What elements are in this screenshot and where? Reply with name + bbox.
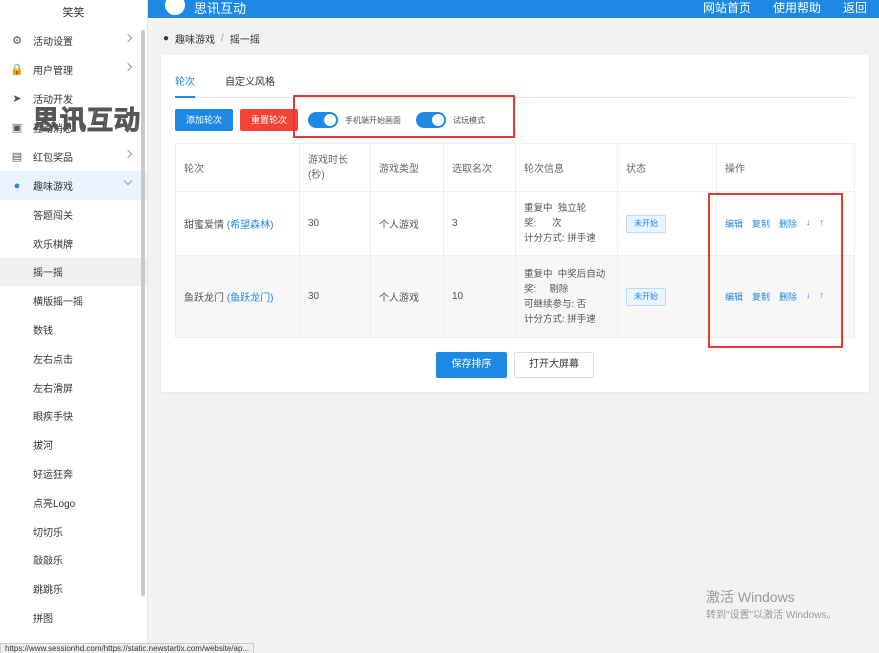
sidebar-sub-item[interactable]: 左右点击 [0,344,147,373]
column-header: 状态 [617,143,717,192]
round-info-cell: 重复中 中奖后自动 奖: 剔除 可继续参与: 否 计分方式: 拼手速 [515,255,618,338]
chevron-right-icon [123,33,133,43]
sidebar-sub-item[interactable]: 数钱 [0,315,147,344]
info-line: 奖: 剔除 [524,283,569,295]
breadcrumb-separator: / [221,33,224,44]
sidebar-item-label: 红包奖品 [33,153,73,164]
status-badge: 未开始 [626,287,666,306]
column-header: 游戏类型 [370,143,444,192]
sidebar-item-red-packets[interactable]: ▤ 红包奖品 [0,142,147,171]
column-header: 轮次信息 [515,143,618,192]
sidebar-item-activity-settings[interactable]: ⚙ 活动设置 [0,26,147,55]
game-icon: ● [163,33,170,44]
status-url-bar: https://www.sessionhd.com/https://static… [0,643,255,653]
round-name: 甜蜜爱情 [184,220,224,231]
watermark-logo: 思讯互动 [32,105,142,136]
info-line: 计分方式: 拼手速 [524,313,596,325]
info-line: 重复中 独立轮 [524,203,587,214]
sidebar-sub-item[interactable]: 眼疾手快 [0,402,147,431]
sidebar: 笑笑 ⚙ 活动设置 🔒 用户管理 ➤ 活动开发 ▣ 互动消息 ▤ 红包奖品 ● … [0,0,148,653]
game-type-cell: 个人游戏 [370,191,444,256]
info-line: 奖: 次 [524,218,562,229]
top-nav: 网站首页 使用帮助 返回 [703,0,867,16]
duration-cell: 30 [299,255,371,338]
tab-rounds[interactable]: 轮次 [175,77,195,98]
gift-icon: ▤ [11,151,23,163]
sidebar-sub-item[interactable]: 拼图 [0,603,147,632]
chevron-right-icon [123,149,133,159]
trial-mode-toggle[interactable] [416,112,446,128]
nav-home-link[interactable]: 网站首页 [703,0,751,16]
sidebar-sub-item[interactable]: 拔河 [0,430,147,459]
breadcrumb-parent[interactable]: 趣味游戏 [175,31,215,46]
mobile-start-screen-toggle[interactable] [308,112,338,128]
status-cell: 未开始 [617,255,717,338]
add-round-button[interactable]: 添加轮次 [175,109,233,131]
tab-custom-style[interactable]: 自定义风格 [225,77,275,98]
sidebar-sub-item[interactable]: 答题闯关 [0,200,147,229]
save-order-button[interactable]: 保存排序 [436,352,507,378]
reset-round-button[interactable]: 重置轮次 [240,109,298,131]
breadcrumb: ● 趣味游戏 / 摇一摇 [163,31,260,46]
user-lock-icon: 🔒 [10,64,24,76]
status-badge: 未开始 [626,214,666,233]
info-line: 可继续参与: 否 [524,298,587,310]
nav-help-link[interactable]: 使用帮助 [773,0,821,16]
column-header: 选取名次 [443,143,516,192]
brand-logo-icon [162,0,188,18]
round-name-cell: 鱼跃龙门 (鱼跃龙门) [175,255,300,338]
chevron-down-icon [123,176,133,186]
windows-activation-subtitle: 转到"设置"以激活 Windows。 [706,610,837,621]
toggle-label: 手机端开始画面 [345,116,401,125]
top-bar: 思讯互动 网站首页 使用帮助 返回 [148,0,879,18]
game-type-cell: 个人游戏 [370,255,444,338]
sidebar-sub-item[interactable]: 左右滑屏 [0,373,147,402]
round-info-cell: 重复中 独立轮 奖: 次 计分方式: 拼手速 [515,191,618,256]
sidebar-sub-item[interactable]: 敲敲乐 [0,546,147,575]
main-panel: 轮次 自定义风格 添加轮次 重置轮次 手机端开始画面 试玩模式 轮次 游戏时长 … [161,55,869,392]
sidebar-item-label: 活动设置 [33,37,73,48]
status-cell: 未开始 [617,191,717,256]
toggle-label: 试玩模式 [453,116,485,125]
message-icon: ▣ [11,122,23,134]
sidebar-user-name: 笑笑 [62,7,85,19]
gears-icon: ⚙ [12,35,22,47]
column-header: 操作 [716,143,855,192]
round-name-cell: 甜蜜爱情 (希望森林) [175,191,300,256]
sidebar-sub-item[interactable]: 欢乐棋牌 [0,229,147,258]
open-big-screen-button[interactable]: 打开大屏幕 [514,352,594,378]
sidebar-item-fun-games[interactable]: ● 趣味游戏 [0,171,147,200]
highlight-box-actions [708,193,843,348]
breadcrumb-current: 摇一摇 [229,35,260,46]
nav-back-link[interactable]: 返回 [843,0,867,16]
sidebar-sub-item[interactable]: 切切乐 [0,517,147,546]
round-theme-link[interactable]: (鱼跃龙门) [227,293,274,304]
sidebar-item-label: 趣味游戏 [33,182,73,193]
paper-plane-icon: ➤ [12,93,22,105]
duration-cell: 30 [299,191,371,256]
rank-cell: 3 [443,191,516,256]
column-header: 游戏时长 (秒) [299,143,371,192]
round-theme-link[interactable]: (希望森林) [227,220,274,231]
sidebar-item-label: 用户管理 [33,66,73,77]
rank-cell: 10 [443,255,516,338]
brand-name: 思讯互动 [194,1,247,16]
info-line: 重复中 中奖后自动 [524,268,606,280]
table-header-row: 轮次 游戏时长 (秒) 游戏类型 选取名次 轮次信息 状态 操作 [175,143,855,192]
tab-bar: 轮次 自定义风格 [175,77,855,98]
game-icon: ● [13,179,21,192]
chevron-right-icon [123,62,133,72]
info-line: 计分方式: 拼手速 [524,233,596,244]
sidebar-sub-item-shake[interactable]: 摇一摇 [0,257,147,287]
sidebar-sub-item[interactable]: 横版摇一摇 [0,286,147,315]
sidebar-sub-item[interactable]: 好运狂奔 [0,459,147,488]
round-name: 鱼跃龙门 [184,293,224,304]
windows-activation-title: 激活 Windows [706,589,795,605]
sidebar-item-user-management[interactable]: 🔒 用户管理 [0,55,147,84]
column-header: 轮次 [175,143,300,192]
sidebar-scrollbar[interactable] [141,30,145,596]
sidebar-sub-item[interactable]: 跳跳乐 [0,574,147,603]
sidebar-sub-item[interactable]: 点亮Logo [0,488,147,517]
